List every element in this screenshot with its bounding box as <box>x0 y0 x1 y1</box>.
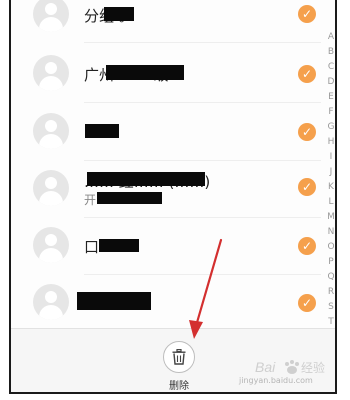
contacts-select-screen: 分组 。 ✓ 广州 …… 级 ✓ ✓ …… 红…… (……) 开 ✓ 口 ✓ <box>9 0 337 394</box>
redaction-bar <box>77 292 151 310</box>
index-letter[interactable]: M <box>327 210 335 225</box>
index-letter[interactable]: B <box>328 45 334 60</box>
contact-row[interactable]: ✓ <box>11 103 321 161</box>
svg-text:经验: 经验 <box>301 360 325 375</box>
index-letter[interactable]: F <box>328 105 333 120</box>
avatar-placeholder-icon <box>33 284 69 320</box>
index-letter[interactable]: S <box>328 300 334 315</box>
contact-row[interactable]: 口 ✓ <box>11 217 321 275</box>
index-letter[interactable]: E <box>328 90 334 105</box>
redaction-bar <box>99 239 139 252</box>
index-letter[interactable]: G <box>328 120 335 135</box>
index-letter[interactable]: R <box>328 285 334 300</box>
index-letter[interactable]: Q <box>327 270 334 285</box>
index-letter[interactable]: D <box>328 75 335 90</box>
delete-button[interactable] <box>163 341 195 373</box>
contact-name: 口 <box>84 238 100 256</box>
checkmark-icon[interactable]: ✓ <box>298 123 316 141</box>
divider <box>84 42 321 43</box>
delete-label: 删除 <box>169 381 189 392</box>
index-letter[interactable]: A <box>328 30 334 45</box>
index-letter[interactable]: J <box>330 165 333 180</box>
checkmark-icon[interactable]: ✓ <box>298 294 316 312</box>
index-letter[interactable]: I <box>330 150 333 165</box>
index-letter[interactable]: P <box>328 255 333 270</box>
contact-row[interactable]: 广州 …… 级 ✓ <box>11 45 321 103</box>
index-letter[interactable]: L <box>328 195 333 210</box>
contact-row[interactable]: 分组 。 ✓ <box>11 0 321 43</box>
avatar-placeholder-icon <box>33 170 69 206</box>
baidu-logo-icon: Bai 经验 <box>255 359 325 375</box>
avatar-placeholder-icon <box>33 0 69 32</box>
trash-icon <box>172 349 186 365</box>
redaction-bar <box>104 7 134 21</box>
index-letter[interactable]: O <box>327 240 334 255</box>
watermark-url: jingyan.baidu.com <box>239 376 313 385</box>
avatar-placeholder-icon <box>33 113 69 149</box>
baidu-jingyan-watermark: Bai 经验 jingyan.baidu.com <box>239 358 335 386</box>
redaction-bar <box>85 124 119 138</box>
redaction-bar <box>106 65 184 80</box>
avatar-placeholder-icon <box>33 227 69 263</box>
index-letter[interactable]: K <box>328 180 334 195</box>
redaction-bar <box>87 172 205 186</box>
contact-subtitle: 开 <box>84 193 97 207</box>
checkmark-icon[interactable]: ✓ <box>298 65 316 83</box>
index-letter[interactable]: H <box>328 135 335 150</box>
avatar-placeholder-icon <box>33 55 69 91</box>
contact-row[interactable]: ✓ <box>11 274 321 331</box>
redaction-bar <box>97 192 162 204</box>
contact-row[interactable]: …… 红…… (……) 开 ✓ <box>11 160 321 218</box>
index-letter[interactable]: C <box>328 60 334 75</box>
checkmark-icon[interactable]: ✓ <box>298 237 316 255</box>
checkmark-icon[interactable]: ✓ <box>298 5 316 23</box>
checkmark-icon[interactable]: ✓ <box>298 178 316 196</box>
svg-text:Bai: Bai <box>255 359 276 375</box>
index-letter[interactable]: N <box>328 225 335 240</box>
